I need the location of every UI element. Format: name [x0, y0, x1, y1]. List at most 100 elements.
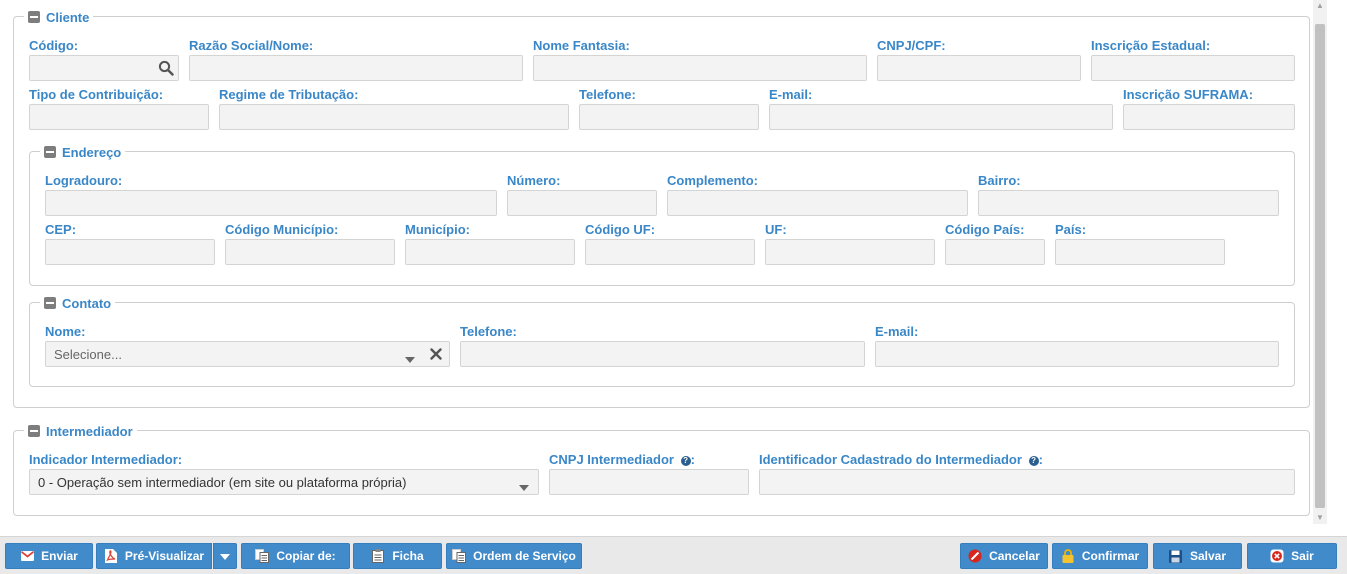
pdf-icon — [104, 549, 118, 563]
collapse-icon[interactable] — [28, 425, 40, 437]
collapse-icon[interactable] — [44, 297, 56, 309]
ordem-servico-button[interactable]: Ordem de Serviço — [446, 543, 582, 569]
municipio-label: Município: — [405, 222, 470, 237]
inscricao-suframa-field[interactable] — [1123, 104, 1295, 130]
contato-nome-select[interactable]: Selecione... — [45, 341, 450, 367]
enviar-label: Enviar — [41, 549, 78, 563]
sair-button[interactable]: Sair — [1247, 543, 1337, 569]
uf-label: UF: — [765, 222, 787, 237]
collapse-icon[interactable] — [28, 11, 40, 23]
cliente-email-field[interactable] — [769, 104, 1113, 130]
pre-visualizar-button[interactable]: Pré-Visualizar — [96, 543, 212, 569]
numero-label: Número: — [507, 173, 561, 188]
copiar-de-label: Copiar de: — [276, 549, 336, 563]
contato-email-label: E-mail: — [875, 324, 919, 339]
codigo-pais-field[interactable] — [945, 239, 1045, 265]
indicador-intermediador-select[interactable]: 0 - Operação sem intermediador (em site … — [29, 469, 539, 495]
cliente-legend[interactable]: Cliente — [24, 8, 94, 26]
inscricao-estadual-label: Inscrição Estadual: — [1091, 38, 1211, 53]
razao-social-field[interactable] — [189, 55, 523, 81]
cliente-telefone-label: Telefone: — [579, 87, 636, 102]
numero-field[interactable] — [507, 190, 657, 216]
clear-icon[interactable] — [430, 348, 442, 363]
endereco-legend-text: Endereço — [62, 144, 122, 160]
nome-fantasia-field[interactable] — [533, 55, 867, 81]
bairro-label: Bairro: — [978, 173, 1021, 188]
codigo-field[interactable] — [29, 55, 179, 81]
enviar-button[interactable]: Enviar — [5, 543, 93, 569]
codigo-uf-label: Código UF: — [585, 222, 656, 237]
exit-icon — [1270, 549, 1284, 563]
cnpj-cpf-label: CNPJ/CPF: — [877, 38, 946, 53]
help-icon[interactable]: ? — [680, 456, 691, 466]
pais-field[interactable] — [1055, 239, 1225, 265]
scroll-thumb[interactable] — [1315, 24, 1325, 508]
identificador-intermediador-field[interactable] — [759, 469, 1295, 495]
vertical-scrollbar[interactable]: ▲ ▼ — [1313, 0, 1327, 524]
contato-legend[interactable]: Contato — [40, 294, 116, 312]
bottom-toolbar: Enviar Pré-Visualizar Copiar de: Ficha O… — [0, 536, 1347, 574]
inscricao-estadual-field[interactable] — [1091, 55, 1295, 81]
razao-social-label: Razão Social/Nome: — [189, 38, 314, 53]
cnpj-cpf-field[interactable] — [877, 55, 1081, 81]
salvar-label: Salvar — [1189, 549, 1227, 563]
chevron-down-icon[interactable] — [519, 479, 529, 494]
cnpj-intermediador-label-text: CNPJ Intermediador — [549, 452, 674, 467]
municipio-field[interactable] — [405, 239, 575, 265]
codigo-uf-field[interactable] — [585, 239, 755, 265]
nome-fantasia-label: Nome Fantasia: — [533, 38, 630, 53]
cliente-email-label: E-mail: — [769, 87, 813, 102]
salvar-button[interactable]: Salvar — [1153, 543, 1242, 569]
confirmar-button[interactable]: Confirmar — [1052, 543, 1148, 569]
bairro-field[interactable] — [978, 190, 1279, 216]
scroll-down-arrow[interactable]: ▼ — [1313, 512, 1327, 524]
ordem-servico-label: Ordem de Serviço — [473, 549, 576, 563]
pais-label: País: — [1055, 222, 1087, 237]
ficha-button[interactable]: Ficha — [353, 543, 442, 569]
regime-tributacao-field[interactable] — [219, 104, 569, 130]
tipo-contribuicao-label: Tipo de Contribuição: — [29, 87, 164, 102]
help-icon[interactable]: ? — [1028, 456, 1039, 466]
indicador-intermediador-label: Indicador Intermediador: — [29, 452, 183, 467]
confirmar-label: Confirmar — [1081, 549, 1140, 563]
search-icon[interactable] — [158, 60, 174, 76]
complemento-field[interactable] — [667, 190, 968, 216]
contato-nome-label: Nome: — [45, 324, 86, 339]
uf-field[interactable] — [765, 239, 935, 265]
contato-nome-placeholder: Selecione... — [54, 347, 122, 362]
regime-tributacao-label: Regime de Tributação: — [219, 87, 359, 102]
codigo-municipio-label: Código Município: — [225, 222, 339, 237]
contato-telefone-label: Telefone: — [460, 324, 517, 339]
sair-label: Sair — [1291, 549, 1314, 563]
contato-telefone-field[interactable] — [460, 341, 865, 367]
intermediador-legend-text: Intermediador — [46, 423, 133, 439]
logradouro-label: Logradouro: — [45, 173, 123, 188]
copy-icon — [452, 549, 467, 563]
copy-icon — [255, 549, 270, 563]
cancelar-button[interactable]: Cancelar — [960, 543, 1048, 569]
cliente-telefone-field[interactable] — [579, 104, 759, 130]
logradouro-field[interactable] — [45, 190, 497, 216]
cancelar-label: Cancelar — [989, 549, 1040, 563]
chevron-down-icon[interactable] — [405, 351, 415, 366]
tipo-contribuicao-field[interactable] — [29, 104, 209, 130]
pre-visualizar-dropdown-button[interactable] — [213, 543, 237, 569]
codigo-label: Código: — [29, 38, 79, 53]
cliente-legend-text: Cliente — [46, 9, 90, 25]
copiar-de-button[interactable]: Copiar de: — [241, 543, 350, 569]
intermediador-legend[interactable]: Intermediador — [24, 422, 137, 440]
scroll-up-arrow[interactable]: ▲ — [1313, 0, 1327, 12]
contato-email-field[interactable] — [875, 341, 1279, 367]
endereco-legend[interactable]: Endereço — [40, 143, 126, 161]
cep-field[interactable] — [45, 239, 215, 265]
codigo-pais-label: Código País: — [945, 222, 1025, 237]
identificador-intermediador-label-text: Identificador Cadastrado do Intermediado… — [759, 452, 1022, 467]
codigo-municipio-field[interactable] — [225, 239, 395, 265]
complemento-label: Complemento: — [667, 173, 758, 188]
colon: : — [690, 452, 695, 467]
cnpj-intermediador-field[interactable] — [549, 469, 749, 495]
collapse-icon[interactable] — [44, 146, 56, 158]
pre-visualizar-label: Pré-Visualizar — [124, 549, 205, 563]
cep-label: CEP: — [45, 222, 77, 237]
ficha-label: Ficha — [392, 549, 424, 563]
